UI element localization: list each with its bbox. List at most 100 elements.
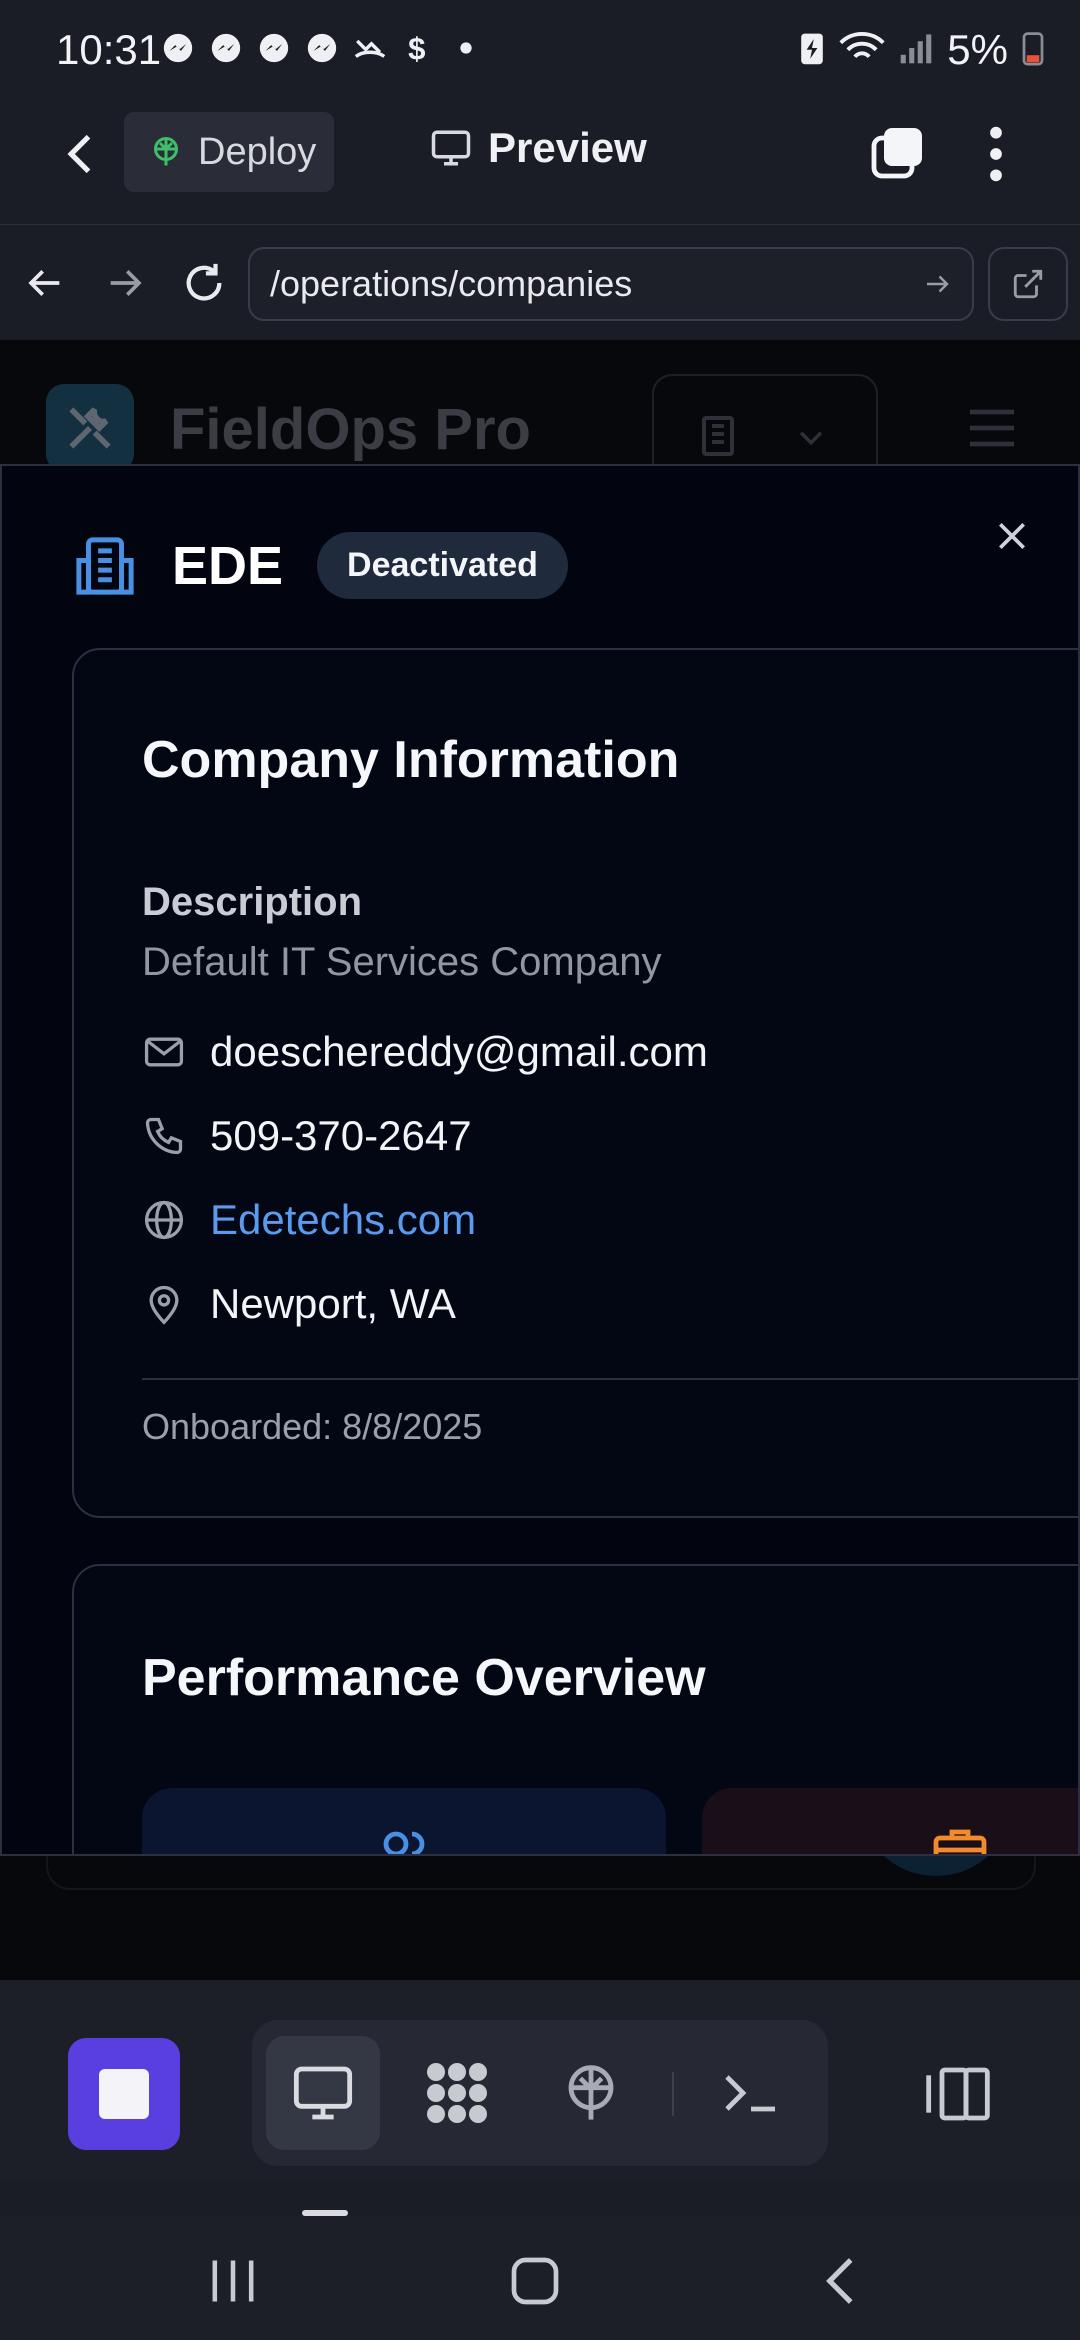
back-button[interactable] <box>56 128 108 180</box>
website-row: Edetechs.com <box>142 1196 476 1244</box>
performance-overview-card: Performance Overview <box>72 1564 1078 1854</box>
home-icon <box>511 2257 559 2305</box>
browser-bar: /operations/companies <box>0 224 1080 340</box>
monitor-icon <box>293 2066 353 2120</box>
brand-name: FieldOps Pro <box>170 397 531 462</box>
website-link[interactable]: Edetechs.com <box>210 1196 476 1244</box>
stop-button[interactable] <box>68 2038 180 2150</box>
deploy-label: Deploy <box>198 130 317 173</box>
status-bar: 10:31 $ 5% <box>0 0 1080 104</box>
home-button[interactable] <box>500 2246 570 2316</box>
chevron-down-icon <box>799 431 823 446</box>
briefcase-icon <box>933 1829 987 1854</box>
deploy-button[interactable]: Deploy <box>124 112 334 192</box>
divider <box>142 1378 1078 1380</box>
preview-tool-button[interactable] <box>266 2036 380 2150</box>
wifi-icon <box>839 30 885 71</box>
browser-back-button[interactable] <box>18 255 74 311</box>
onboarded-date: Onboarded: 8/8/2025 <box>142 1406 483 1447</box>
reload-icon <box>186 263 222 301</box>
messenger-icon <box>256 30 292 66</box>
ide-toolbar <box>0 1980 1080 2180</box>
globe-icon <box>142 1198 186 1242</box>
app-bar: Deploy Preview <box>0 104 1080 224</box>
apps-tool-button[interactable] <box>400 2036 514 2150</box>
apps-grid-icon <box>427 2063 487 2123</box>
messenger-icon <box>160 30 196 66</box>
company-detail-modal: EDE Deactivated Company Information Desc… <box>0 464 1080 1856</box>
map-pin-icon <box>142 1282 186 1326</box>
preview-tab[interactable]: Preview <box>430 124 647 172</box>
status-time: 10:31 <box>56 26 162 73</box>
url-text: /operations/companies <box>270 263 633 304</box>
performance-overview-heading: Performance Overview <box>142 1649 706 1707</box>
external-link-icon <box>1013 269 1043 299</box>
mail-icon <box>142 1030 186 1074</box>
messenger-icon <box>208 30 244 66</box>
messenger-icon <box>304 30 340 66</box>
location-row: Newport, WA <box>142 1280 456 1328</box>
tabs-icon <box>871 128 922 179</box>
notification-icons: $ <box>160 30 484 66</box>
reload-button[interactable] <box>176 255 232 311</box>
system-navigation-bar <box>0 2216 1080 2340</box>
status-badge: Deactivated <box>317 532 568 599</box>
company-name: EDE <box>172 535 284 596</box>
tool-group <box>252 2020 828 2166</box>
battery-percentage: 5% <box>947 26 1008 73</box>
monitor-icon <box>431 130 471 166</box>
more-vertical-icon <box>990 126 1002 182</box>
chevron-left-icon <box>826 2258 853 2304</box>
tools-icon <box>69 407 111 449</box>
company-information-card: Company Information Description Default … <box>72 648 1078 1518</box>
close-button[interactable] <box>992 516 1032 556</box>
dot-icon <box>448 30 484 66</box>
hamburger-menu-button[interactable] <box>966 406 1018 450</box>
tabs-switcher-button[interactable] <box>868 124 928 184</box>
stat-tile-users <box>142 1788 666 1854</box>
chevron-left-icon <box>67 134 91 174</box>
company-information-heading: Company Information <box>142 731 680 789</box>
terminal-icon <box>725 2075 775 2112</box>
building-icon <box>76 536 134 595</box>
phone-value[interactable]: 509-370-2647 <box>210 1112 472 1160</box>
more-options-button[interactable] <box>976 122 1016 186</box>
svg-text:$: $ <box>408 31 425 65</box>
arrow-right-icon <box>110 270 142 296</box>
deploy-tool-button[interactable] <box>534 2036 648 2150</box>
app-logo <box>46 384 134 472</box>
arrow-left-icon <box>28 270 60 296</box>
preview-label: Preview <box>488 124 647 171</box>
console-tool-button[interactable] <box>694 2036 808 2150</box>
recents-button[interactable] <box>198 2246 268 2316</box>
email-row: doeschereddy@gmail.com <box>142 1028 708 1076</box>
status-right: 5% <box>799 26 1044 74</box>
description-value: Default IT Services Company <box>142 940 662 984</box>
menu-icon <box>970 409 1014 447</box>
signal-icon <box>899 30 933 71</box>
missed-call-icon <box>352 30 388 66</box>
description-label: Description <box>142 880 363 924</box>
phone-row: 509-370-2647 <box>142 1112 472 1160</box>
system-back-button[interactable] <box>804 2246 874 2316</box>
recents-icon <box>212 2260 254 2302</box>
dollar-icon: $ <box>400 30 436 66</box>
stop-icon <box>99 2069 149 2119</box>
url-field[interactable]: /operations/companies <box>248 247 974 321</box>
battery-low-icon <box>1022 30 1044 71</box>
layout-toggle-button[interactable] <box>916 2040 1000 2148</box>
battery-saver-icon <box>799 30 825 71</box>
phone-icon <box>142 1114 186 1158</box>
close-icon <box>999 523 1025 549</box>
toolbar-separator <box>672 2072 674 2116</box>
building-icon <box>702 416 734 456</box>
stat-tile-jobs <box>702 1788 1078 1854</box>
users-icon <box>383 1831 425 1854</box>
browser-forward-button[interactable] <box>96 255 152 311</box>
modal-header: EDE Deactivated <box>72 532 568 599</box>
open-external-button[interactable] <box>988 247 1068 321</box>
go-arrow-icon[interactable] <box>922 269 952 299</box>
email-value[interactable]: doeschereddy@gmail.com <box>210 1028 708 1076</box>
deploy-icon <box>568 2065 614 2120</box>
deploy-icon <box>154 137 178 166</box>
